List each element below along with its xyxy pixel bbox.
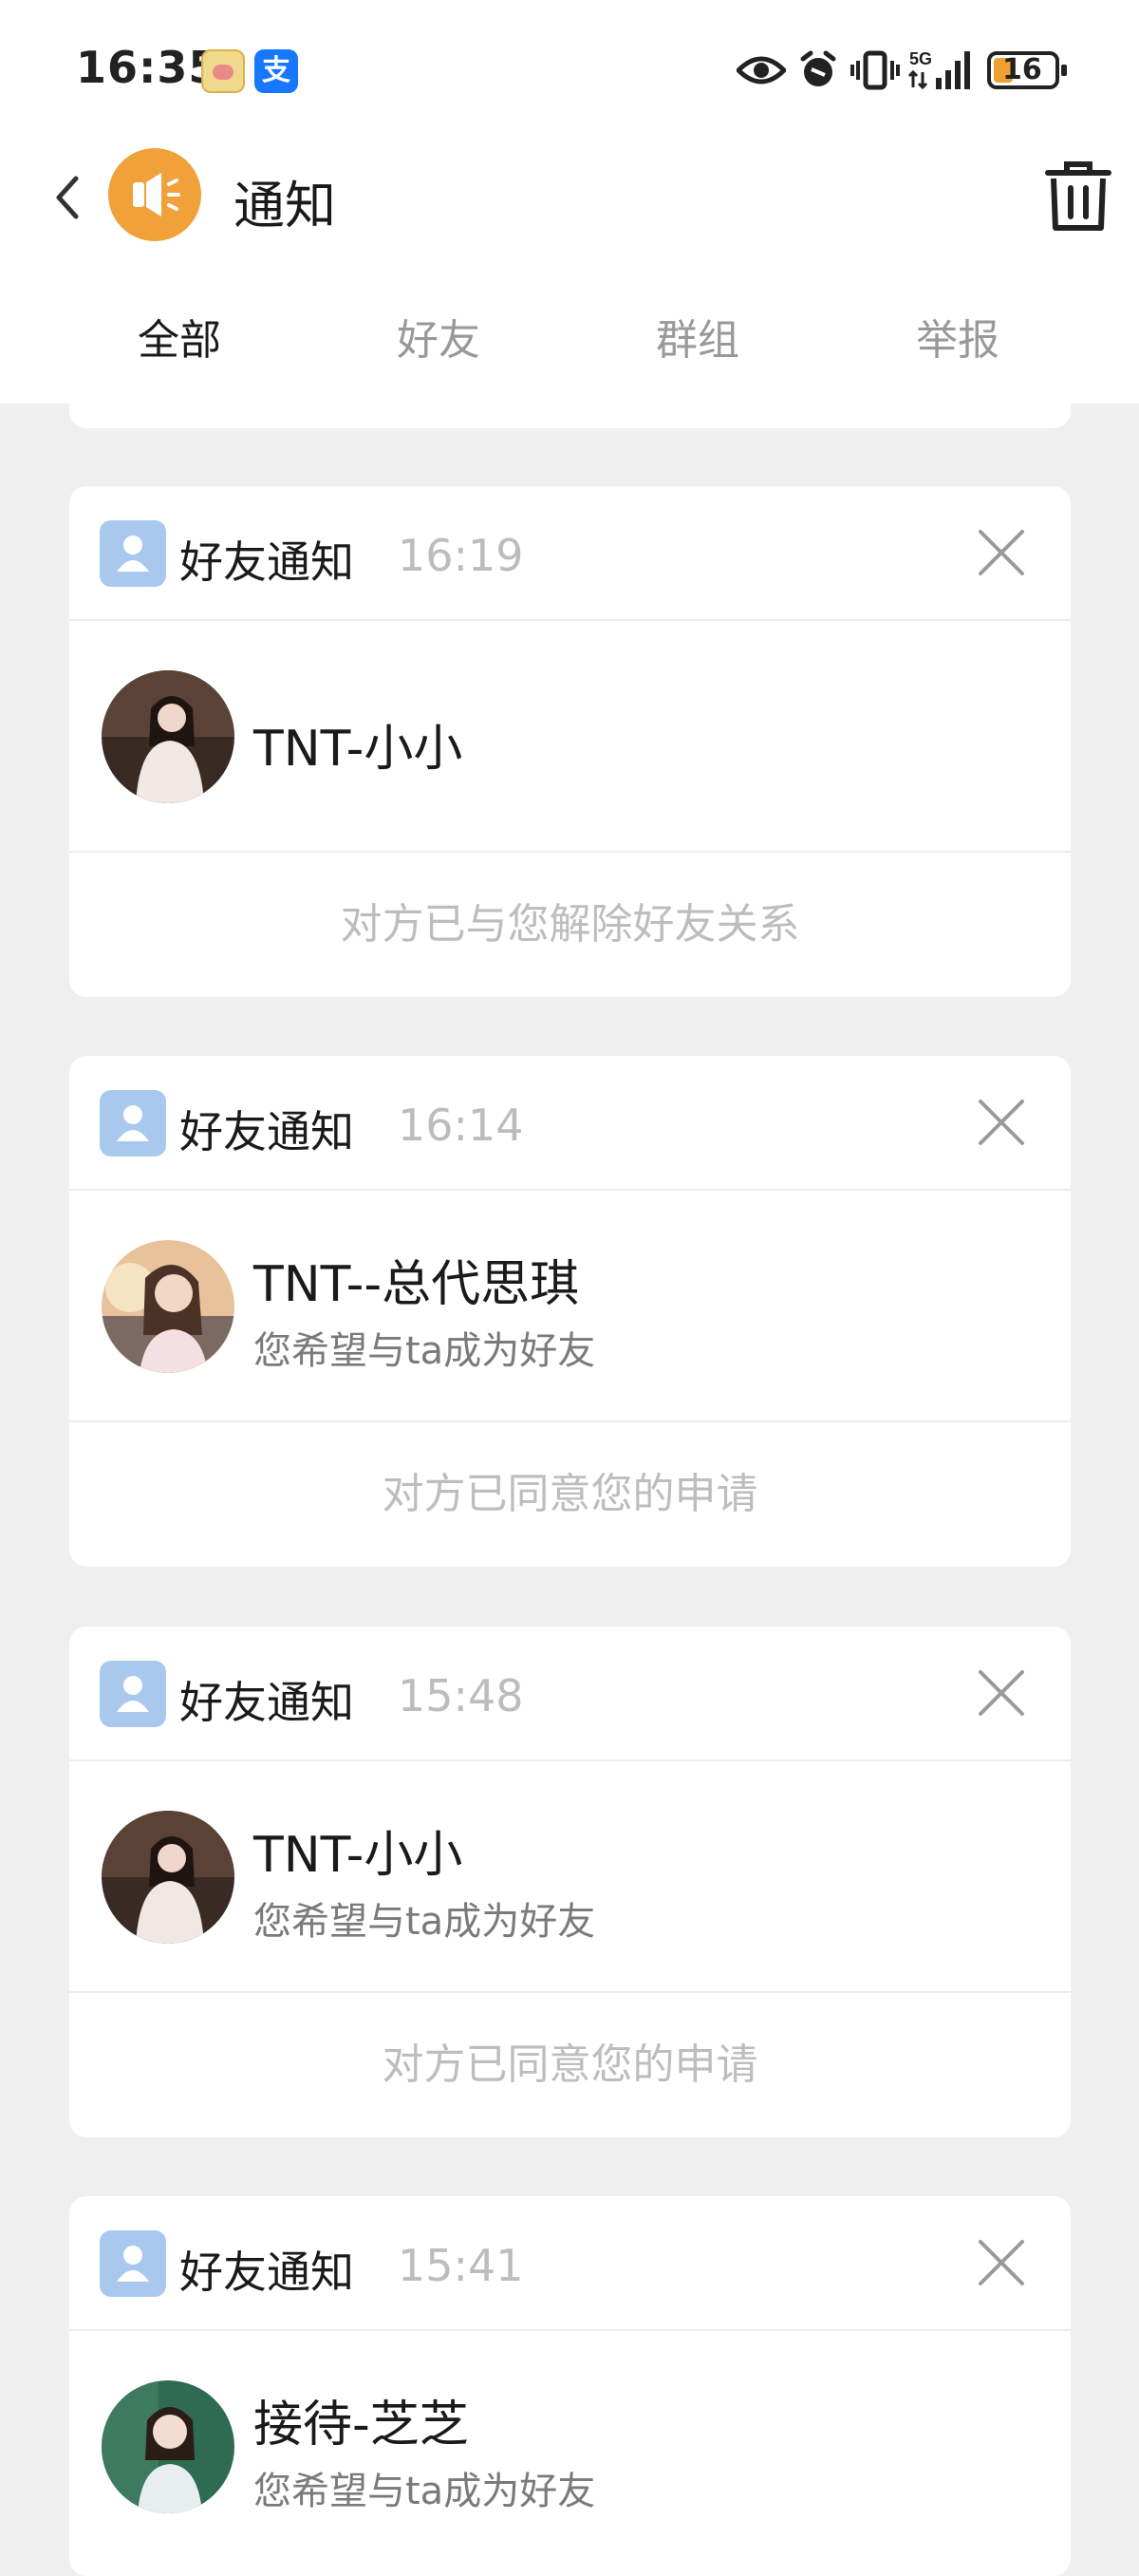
tab-reports[interactable]: 举报 <box>882 306 1034 367</box>
game-app-icon <box>201 49 245 93</box>
notification-type: 好友通知 <box>179 1677 354 1728</box>
notification-card[interactable]: 好友通知 15:48 TNT-小小 您希望与ta成为好友 对方已同意您的申请 <box>69 1626 1071 2137</box>
notification-card[interactable]: 好友通知 15:41 接待-芝芝 您希望与ta成为好友 <box>69 2196 1071 2576</box>
battery-icon: 16 <box>987 51 1067 89</box>
notification-channel-avatar <box>108 148 201 241</box>
close-icon <box>979 1100 1024 1145</box>
card-header: 好友通知 15:48 <box>69 1626 1071 1761</box>
notification-card[interactable]: 好友通知 16:14 TNT--总代思琪 您希望与ta成为好友 对方已同意您的申… <box>69 1056 1071 1567</box>
dismiss-button[interactable] <box>971 1092 1032 1153</box>
user-name: TNT-小小 <box>253 1827 463 1884</box>
close-icon <box>979 1670 1024 1716</box>
user-avatar[interactable] <box>102 1811 234 1944</box>
page-title: 通知 <box>233 176 336 235</box>
alarm-icon <box>800 50 836 86</box>
dismiss-button[interactable] <box>971 522 1032 583</box>
card-body[interactable]: 接待-芝芝 您希望与ta成为好友 <box>69 2331 1071 2561</box>
tab-groups[interactable]: 群组 <box>622 306 774 367</box>
top-area: 16:35 支 5G 16 通知 全部 好友 群组 举报 <box>0 0 1139 404</box>
card-body[interactable]: TNT--总代思琪 您希望与ta成为好友 <box>69 1191 1071 1422</box>
previous-card-edge <box>69 394 1071 428</box>
trash-icon <box>1045 161 1111 231</box>
alipay-icon: 支 <box>254 49 298 93</box>
card-header: 好友通知 16:14 <box>69 1056 1071 1191</box>
status-time: 16:35 <box>76 42 220 93</box>
status-bar: 16:35 支 5G 16 <box>0 0 1139 141</box>
card-header: 好友通知 15:41 <box>69 2196 1071 2331</box>
notification-type: 好友通知 <box>179 536 354 588</box>
tab-friends[interactable]: 好友 <box>363 306 514 367</box>
notification-type: 好友通知 <box>179 1106 354 1157</box>
clear-all-button[interactable] <box>1044 160 1112 232</box>
signal-icon: 5G <box>907 49 970 90</box>
user-name: TNT-小小 <box>253 721 463 778</box>
friend-notification-icon <box>100 1661 166 1727</box>
vibrate-icon <box>850 50 900 90</box>
megaphone-icon <box>133 173 180 216</box>
card-body[interactable]: TNT-小小 您希望与ta成为好友 <box>69 1761 1071 1993</box>
user-name: 接待-芝芝 <box>253 2397 469 2454</box>
close-icon <box>979 530 1024 575</box>
request-message: 您希望与ta成为好友 <box>253 1329 596 1373</box>
close-icon <box>979 2240 1024 2285</box>
notification-result: 对方已同意您的申请 <box>382 2040 758 2089</box>
user-avatar[interactable] <box>102 1240 234 1373</box>
tab-all[interactable]: 全部 <box>103 306 255 367</box>
request-message: 您希望与ta成为好友 <box>253 1900 596 1944</box>
eye-icon <box>737 56 786 85</box>
request-message: 您希望与ta成为好友 <box>253 2470 596 2513</box>
notification-type: 好友通知 <box>179 2247 354 2298</box>
dismiss-button[interactable] <box>971 2232 1032 2293</box>
friend-notification-icon <box>100 520 166 587</box>
notification-card[interactable]: 好友通知 16:19 TNT-小小 对方已与您解除好友关系 <box>69 486 1071 997</box>
battery-level: 16 <box>1002 53 1042 86</box>
network-label: 5G <box>909 49 932 68</box>
notification-result: 对方已同意您的申请 <box>382 1470 758 1518</box>
back-button[interactable] <box>47 163 85 230</box>
dismiss-button[interactable] <box>971 1663 1032 1723</box>
friend-notification-icon <box>100 1090 166 1156</box>
back-arrow-icon <box>56 176 79 219</box>
user-avatar[interactable] <box>102 670 234 803</box>
notification-time: 16:14 <box>398 1100 524 1151</box>
user-name: TNT--总代思琪 <box>253 1256 580 1313</box>
notification-time: 15:48 <box>398 1670 524 1721</box>
card-body[interactable]: TNT-小小 <box>69 621 1071 853</box>
card-header: 好友通知 16:19 <box>69 486 1071 621</box>
notification-time: 15:41 <box>398 2240 524 2291</box>
notification-time: 16:19 <box>398 530 524 581</box>
user-avatar[interactable] <box>102 2380 234 2513</box>
notification-result: 对方已与您解除好友关系 <box>340 900 800 949</box>
friend-notification-icon <box>100 2230 166 2297</box>
